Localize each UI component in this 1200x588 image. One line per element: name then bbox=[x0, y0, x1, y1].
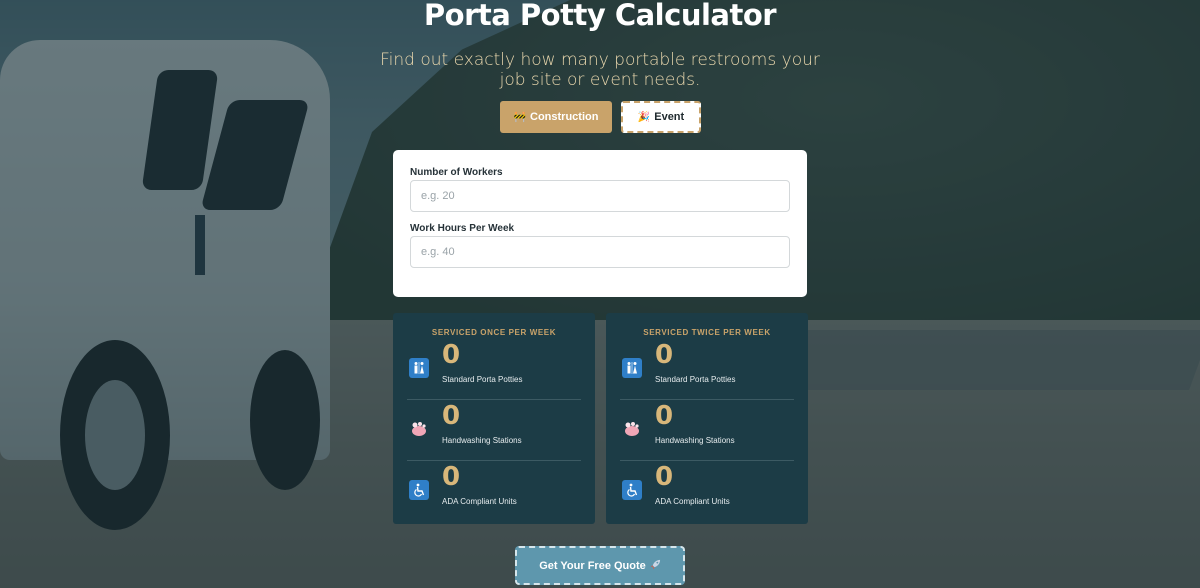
results-twice-weekly: SERVICED TWICE PER WEEK 0 Standard Porta… bbox=[606, 313, 808, 524]
result-count: 0 bbox=[655, 340, 674, 370]
result-count: 0 bbox=[442, 401, 461, 431]
get-quote-label: Get Your Free Quote bbox=[539, 559, 646, 572]
restroom-icon bbox=[409, 358, 429, 378]
result-label: Handwashing Stations bbox=[442, 436, 522, 445]
result-row: 0 Standard Porta Potties bbox=[620, 339, 794, 400]
result-row: 0 Standard Porta Potties bbox=[407, 339, 581, 400]
event-mode-button[interactable]: 🎉 Event bbox=[621, 101, 701, 133]
results-once-header: SERVICED ONCE PER WEEK bbox=[431, 328, 557, 337]
results-twice-header: SERVICED TWICE PER WEEK bbox=[643, 328, 771, 337]
result-row: 0 Handwashing Stations bbox=[620, 400, 794, 461]
calculator-form: Number of Workers Work Hours Per Week bbox=[393, 150, 807, 297]
soap-icon bbox=[409, 419, 429, 439]
result-label: ADA Compliant Units bbox=[655, 497, 730, 506]
results-once-weekly: SERVICED ONCE PER WEEK 0 Standard Porta … bbox=[393, 313, 595, 524]
result-row: 0 ADA Compliant Units bbox=[620, 461, 794, 522]
page-subtitle: Find out exactly how many portable restr… bbox=[380, 50, 820, 90]
soap-icon bbox=[622, 419, 642, 439]
result-count: 0 bbox=[655, 462, 674, 492]
result-label: ADA Compliant Units bbox=[442, 497, 517, 506]
wheelchair-icon bbox=[409, 480, 429, 500]
workers-label: Number of Workers bbox=[410, 167, 503, 178]
construction-mode-label: Construction bbox=[530, 111, 599, 123]
rocket-icon bbox=[650, 559, 661, 573]
wheelchair-icon bbox=[622, 480, 642, 500]
result-count: 0 bbox=[442, 462, 461, 492]
result-label: Standard Porta Potties bbox=[442, 375, 523, 384]
construction-mode-button[interactable]: 🚧 Construction bbox=[500, 101, 612, 133]
result-count: 0 bbox=[442, 340, 461, 370]
page-title: Porta Potty Calculator bbox=[423, 0, 777, 32]
result-row: 0 ADA Compliant Units bbox=[407, 461, 581, 522]
restroom-icon bbox=[622, 358, 642, 378]
hours-label: Work Hours Per Week bbox=[410, 223, 515, 234]
result-label: Standard Porta Potties bbox=[655, 375, 736, 384]
construction-icon: 🚧 bbox=[513, 111, 526, 123]
workers-input[interactable] bbox=[410, 180, 790, 212]
result-row: 0 Handwashing Stations bbox=[407, 400, 581, 461]
party-icon: 🎉 bbox=[637, 111, 651, 123]
event-mode-label: Event bbox=[654, 111, 685, 123]
result-count: 0 bbox=[655, 401, 674, 431]
get-quote-button[interactable]: Get Your Free Quote bbox=[515, 546, 685, 585]
hours-input[interactable] bbox=[410, 236, 790, 268]
result-label: Handwashing Stations bbox=[655, 436, 735, 445]
